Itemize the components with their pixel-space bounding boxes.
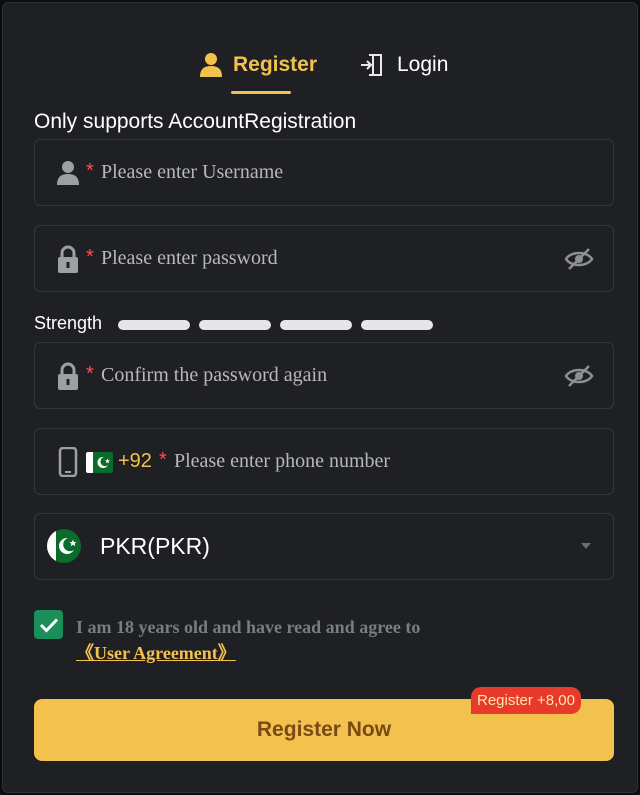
username-placeholder: Please enter Username [101,161,284,183]
phone-icon [55,446,81,477]
check-icon [39,617,58,633]
required-mark: * [86,160,94,182]
pakistan-flag-icon[interactable] [86,452,113,473]
eye-off-icon[interactable] [563,243,595,275]
lock-icon [55,244,81,274]
login-door-icon [361,54,382,76]
agreement-statement: I am 18 years old and have read and agre… [76,617,421,637]
tab-register-label: Register [233,53,318,76]
active-tab-indicator [231,91,291,94]
strength-bar [361,320,433,330]
password-field[interactable]: * Please enter password [34,225,614,292]
phone-placeholder: Please enter phone number [174,450,391,472]
auth-tabs: Register Login [3,45,640,94]
lock-icon [55,361,81,391]
required-mark: * [86,246,94,268]
currency-select[interactable]: PKR(PKR) [34,513,614,580]
register-panel: Register Login Only supports AccountRegi… [2,2,638,793]
strength-bar [199,320,271,330]
currency-value: PKR(PKR) [100,533,210,559]
eye-off-icon[interactable] [563,360,595,392]
registration-subtitle: Only supports AccountRegistration [34,110,357,133]
register-bonus-badge: Register +8,00 [471,687,581,714]
password-placeholder: Please enter password [101,247,278,269]
strength-label: Strength [34,312,103,333]
tab-register[interactable]: Register [199,45,317,85]
user-agreement-link[interactable]: 《User Agreement》 [76,643,236,663]
pakistan-flag-icon [47,529,81,563]
user-icon [200,53,222,77]
username-field[interactable]: * Please enter Username [34,139,614,206]
confirm-password-field[interactable]: * Confirm the password again [34,342,614,409]
tab-login-label: Login [397,53,449,76]
strength-bar [280,320,352,330]
strength-bar [118,320,190,330]
user-icon [55,158,81,188]
password-strength: Strength [34,312,454,334]
confirm-password-placeholder: Confirm the password again [101,364,328,386]
required-mark: * [86,363,94,385]
tab-login[interactable]: Login [359,45,448,85]
country-code[interactable]: +92 [118,450,152,473]
required-mark: * [159,449,167,471]
agreement-checkbox[interactable] [34,610,63,639]
chevron-down-icon[interactable] [581,543,591,549]
agreement-text: I am 18 years old and have read and agre… [76,614,576,666]
phone-field[interactable]: +92 * Please enter phone number [34,428,614,495]
